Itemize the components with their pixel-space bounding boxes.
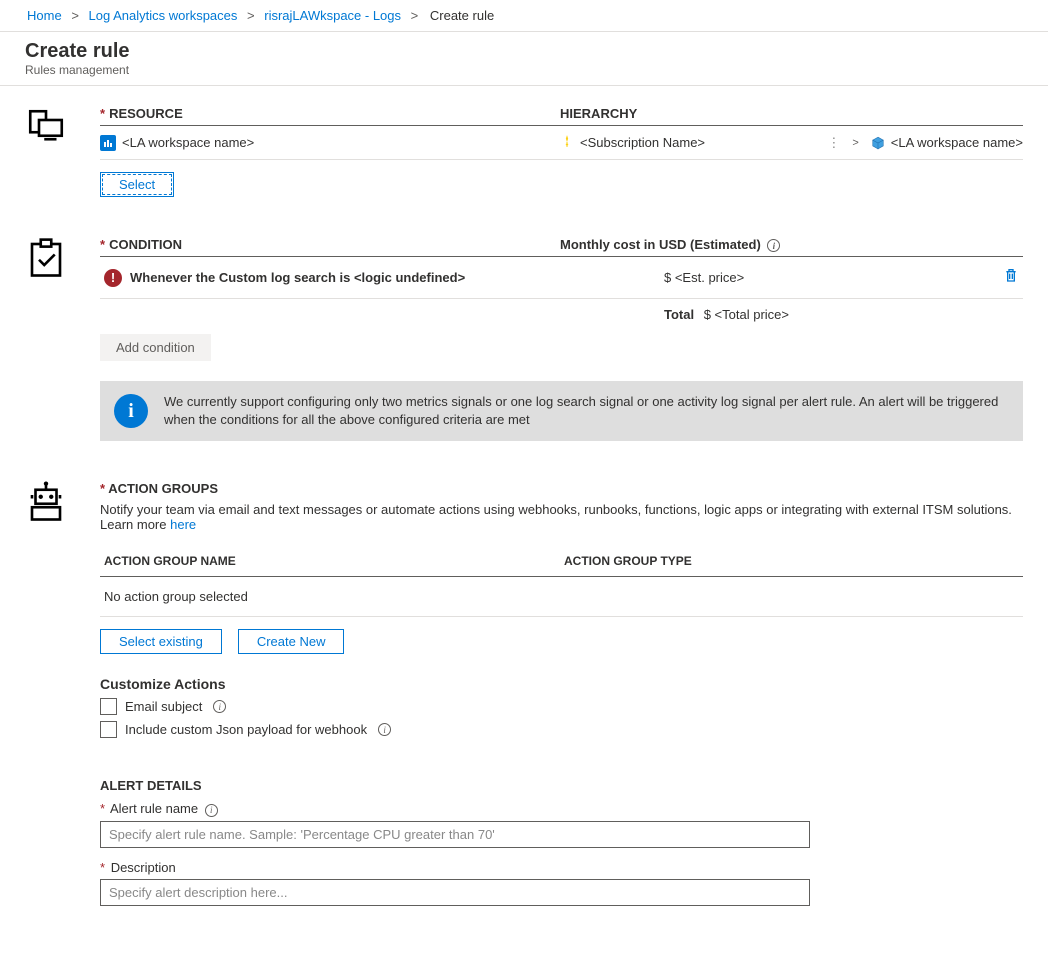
alert-details-label: ALERT DETAILS xyxy=(100,778,1023,793)
customize-actions-title: Customize Actions xyxy=(100,676,1023,692)
delete-condition-button[interactable] xyxy=(1003,270,1019,287)
info-icon[interactable]: i xyxy=(213,700,226,713)
chevron-right-icon: > xyxy=(411,8,419,23)
chevron-right-icon: > xyxy=(852,137,858,149)
email-subject-label: Email subject xyxy=(125,699,202,714)
hierarchy-label: HIERARCHY xyxy=(560,106,637,121)
alert-details: ALERT DETAILS * Alert rule name i * Desc… xyxy=(100,778,1023,905)
learn-more-link[interactable]: here xyxy=(170,517,196,532)
info-icon[interactable]: i xyxy=(767,239,780,252)
condition-price: $ <Est. price> xyxy=(604,270,989,285)
total-label: Total xyxy=(664,307,694,322)
workspace-icon xyxy=(871,136,885,150)
subscription-name: <Subscription Name> xyxy=(580,135,705,150)
ag-col-name: ACTION GROUP NAME xyxy=(104,554,564,568)
info-text: We currently support configuring only tw… xyxy=(164,393,1009,429)
select-existing-button[interactable]: Select existing xyxy=(100,629,222,654)
bc-logs[interactable]: risrajLAWkspace - Logs xyxy=(264,8,401,23)
computer-icon xyxy=(25,106,67,148)
info-icon[interactable]: i xyxy=(205,804,218,817)
action-groups-icon xyxy=(25,481,100,905)
info-icon: i xyxy=(114,394,148,428)
condition-row[interactable]: ! Whenever the Custom log search is <log… xyxy=(100,257,1023,299)
ag-empty-text: No action group selected xyxy=(100,577,1023,617)
action-groups-label: ACTION GROUPS xyxy=(108,481,218,496)
select-resource-button[interactable]: Select xyxy=(100,172,174,197)
warning-icon: ! xyxy=(104,269,122,287)
alert-desc-input[interactable] xyxy=(100,879,810,906)
resource-label: RESOURCE xyxy=(109,106,183,121)
condition-section: *CONDITION Monthly cost in USD (Estimate… xyxy=(25,237,1023,441)
add-condition-button: Add condition xyxy=(100,334,211,361)
json-payload-checkbox[interactable] xyxy=(100,721,117,738)
page-header: Create rule Rules management xyxy=(0,32,1048,86)
create-new-button[interactable]: Create New xyxy=(238,629,345,654)
ag-col-type: ACTION GROUP TYPE xyxy=(564,554,1019,568)
clipboard-check-icon xyxy=(25,237,67,279)
robot-icon xyxy=(25,481,67,523)
breadcrumb: Home > Log Analytics workspaces > risraj… xyxy=(0,0,1048,32)
json-payload-label: Include custom Json payload for webhook xyxy=(125,722,367,737)
la-workspace-icon xyxy=(100,135,116,151)
resource-section: *RESOURCE HIERARCHY <LA workspace name> … xyxy=(25,106,1023,197)
bc-home[interactable]: Home xyxy=(27,8,62,23)
bc-current: Create rule xyxy=(430,8,494,23)
bc-law[interactable]: Log Analytics workspaces xyxy=(89,8,238,23)
condition-label: CONDITION xyxy=(109,237,182,252)
customize-actions: Customize Actions Email subject i Includ… xyxy=(100,676,1023,738)
key-icon xyxy=(560,134,574,151)
alert-name-input[interactable] xyxy=(100,821,810,848)
info-banner: i We currently support configuring only … xyxy=(100,381,1023,441)
action-groups-section: * ACTION GROUPS Notify your team via ema… xyxy=(25,481,1023,905)
hierarchy-workspace-name: <LA workspace name> xyxy=(891,135,1023,150)
chevron-right-icon: > xyxy=(71,8,79,23)
chevron-right-icon: > xyxy=(247,8,255,23)
condition-icon xyxy=(25,237,100,441)
resource-icon xyxy=(25,106,100,197)
email-subject-checkbox[interactable] xyxy=(100,698,117,715)
cost-label: Monthly cost in USD (Estimated) xyxy=(560,237,761,252)
page-title: Create rule xyxy=(25,40,1023,63)
resource-name: <LA workspace name> xyxy=(122,135,254,150)
total-price: $ <Total price> xyxy=(704,307,789,322)
condition-text: Whenever the Custom log search is <logic… xyxy=(130,270,465,285)
action-groups-desc: Notify your team via email and text mess… xyxy=(100,502,1012,532)
page-subtitle: Rules management xyxy=(25,63,1023,77)
info-icon[interactable]: i xyxy=(378,723,391,736)
alert-desc-label: Description xyxy=(111,860,176,875)
alert-name-label: Alert rule name xyxy=(110,801,198,816)
